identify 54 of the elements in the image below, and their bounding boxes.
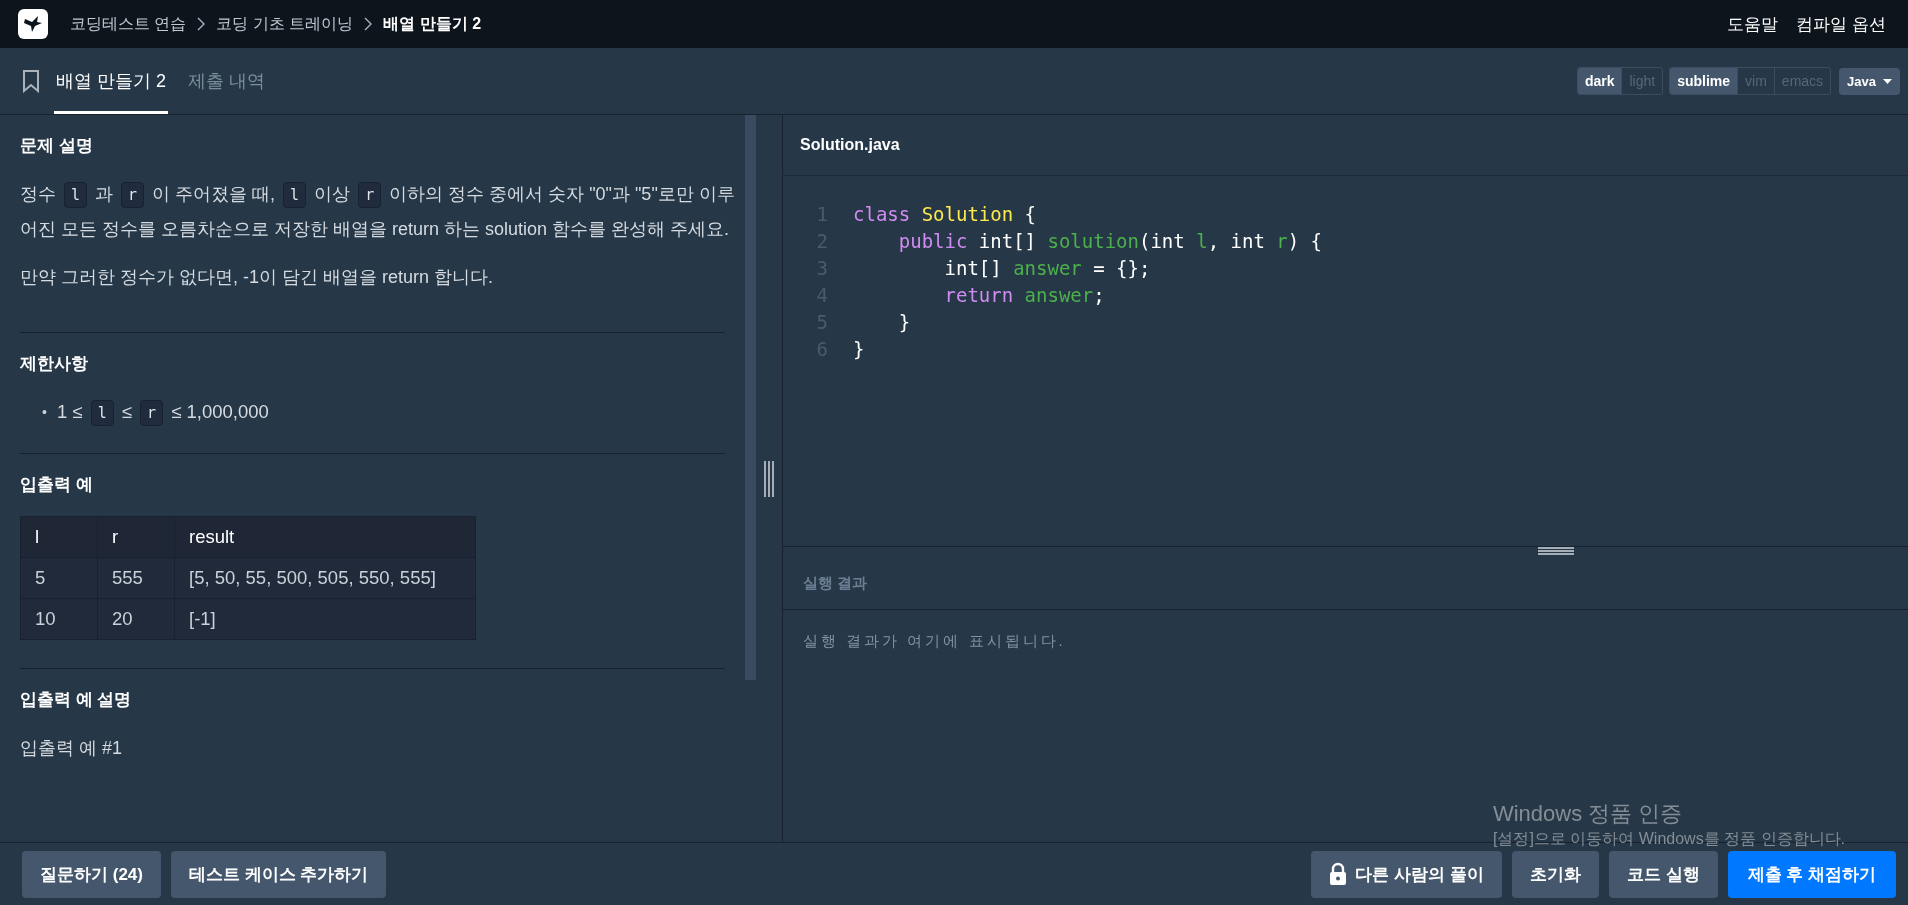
activation-title: Windows 정품 인증 — [1492, 800, 1684, 828]
bullet: • — [42, 403, 47, 422]
tab[interactable]: 제출 내역 — [186, 48, 268, 114]
logo-icon[interactable] — [18, 9, 48, 39]
breadcrumb-link[interactable]: 코딩 기초 트레이닝 — [216, 13, 354, 35]
result-message: 실행 결과가 여기에 표시됩니다. — [803, 632, 1066, 649]
action-button[interactable]: 질문하기 (24) — [22, 850, 161, 898]
column-header: result — [174, 516, 476, 558]
breadcrumb-link[interactable]: 코딩테스트 연습 — [70, 13, 187, 35]
resize-handle-icon — [763, 460, 775, 497]
top-link[interactable]: 도움말 — [1727, 12, 1779, 36]
list-item: 1 ≤ l ≤ r ≤ 1,000,000 — [56, 395, 269, 429]
language-dropdown[interactable]: Java — [1839, 67, 1900, 95]
code-line: public int[] solution(int l, int r) { — [897, 229, 1323, 252]
action-button[interactable]: 테스트 케이스 추가하기 — [170, 850, 387, 898]
activation-message: [설정]으로 이동하여 Windows를 정품 인증합니다. — [1492, 829, 1845, 849]
table-cell: 5 — [20, 557, 98, 599]
column-header: r — [97, 516, 175, 558]
resize-handle-icon — [1537, 547, 1574, 555]
bookmark-icon — [22, 69, 40, 93]
breadcrumb-link[interactable]: 배열 만들기 2 — [383, 13, 482, 35]
action-button[interactable]: 코드 실행 — [1608, 850, 1718, 898]
table-cell: [5, 50, 55, 500, 505, 550, 555] — [174, 557, 476, 599]
tab[interactable]: 배열 만들기 2 — [54, 48, 168, 114]
code-line: int[] answer = {}; — [943, 256, 1151, 279]
code-line: class Solution { — [853, 202, 1037, 225]
lock-icon — [1329, 862, 1348, 886]
code-line: return answer; — [943, 283, 1105, 306]
paragraph: 정수 l 과 r 이 주어졌을 때, l 이상 r 이하의 정수 중에서 숫자 "0"과 "5"로만 이루어진 모든 정수를 오름차순으로 저장한 배열을 return 하는 solution 함수를 완성해 주세요. — [20, 181, 736, 241]
submit-button[interactable]: 제출 후 채점하기 — [1727, 850, 1896, 898]
action-button[interactable]: 다른 사람의 풀이 — [1311, 850, 1502, 898]
paragraph: 입출력 예 #1 — [20, 737, 124, 760]
result-heading: 실행 결과 — [783, 557, 1908, 610]
action-button[interactable]: 초기화 — [1511, 850, 1599, 898]
code-line: } — [897, 310, 911, 333]
scrollbar-thumb[interactable] — [745, 115, 756, 680]
section-heading: 제한사항 — [20, 353, 89, 374]
section-heading: 입출력 예 설명 — [20, 689, 133, 710]
top-link[interactable]: 컴파일 옵션 — [1796, 12, 1886, 36]
section-heading: 문제 설명 — [20, 135, 94, 156]
keymap-option[interactable]: sublime — [1670, 68, 1738, 94]
theme-option[interactable]: dark — [1577, 68, 1622, 94]
paragraph: 만약 그러한 정수가 없다면, -1이 담긴 배열을 return 합니다. — [20, 266, 495, 289]
file-name: Solution.java — [783, 115, 1908, 176]
table-cell: 10 — [20, 598, 98, 640]
column-header: l — [20, 516, 98, 558]
section-heading: 입출력 예 — [20, 474, 94, 495]
table-cell: [-1] — [174, 598, 476, 640]
code-line: } — [853, 337, 865, 360]
table-cell: 555 — [97, 557, 175, 599]
caret-icon — [1883, 78, 1892, 84]
table-cell: 20 — [97, 598, 175, 640]
chevron-icon — [196, 16, 207, 32]
chevron-icon — [363, 16, 374, 32]
